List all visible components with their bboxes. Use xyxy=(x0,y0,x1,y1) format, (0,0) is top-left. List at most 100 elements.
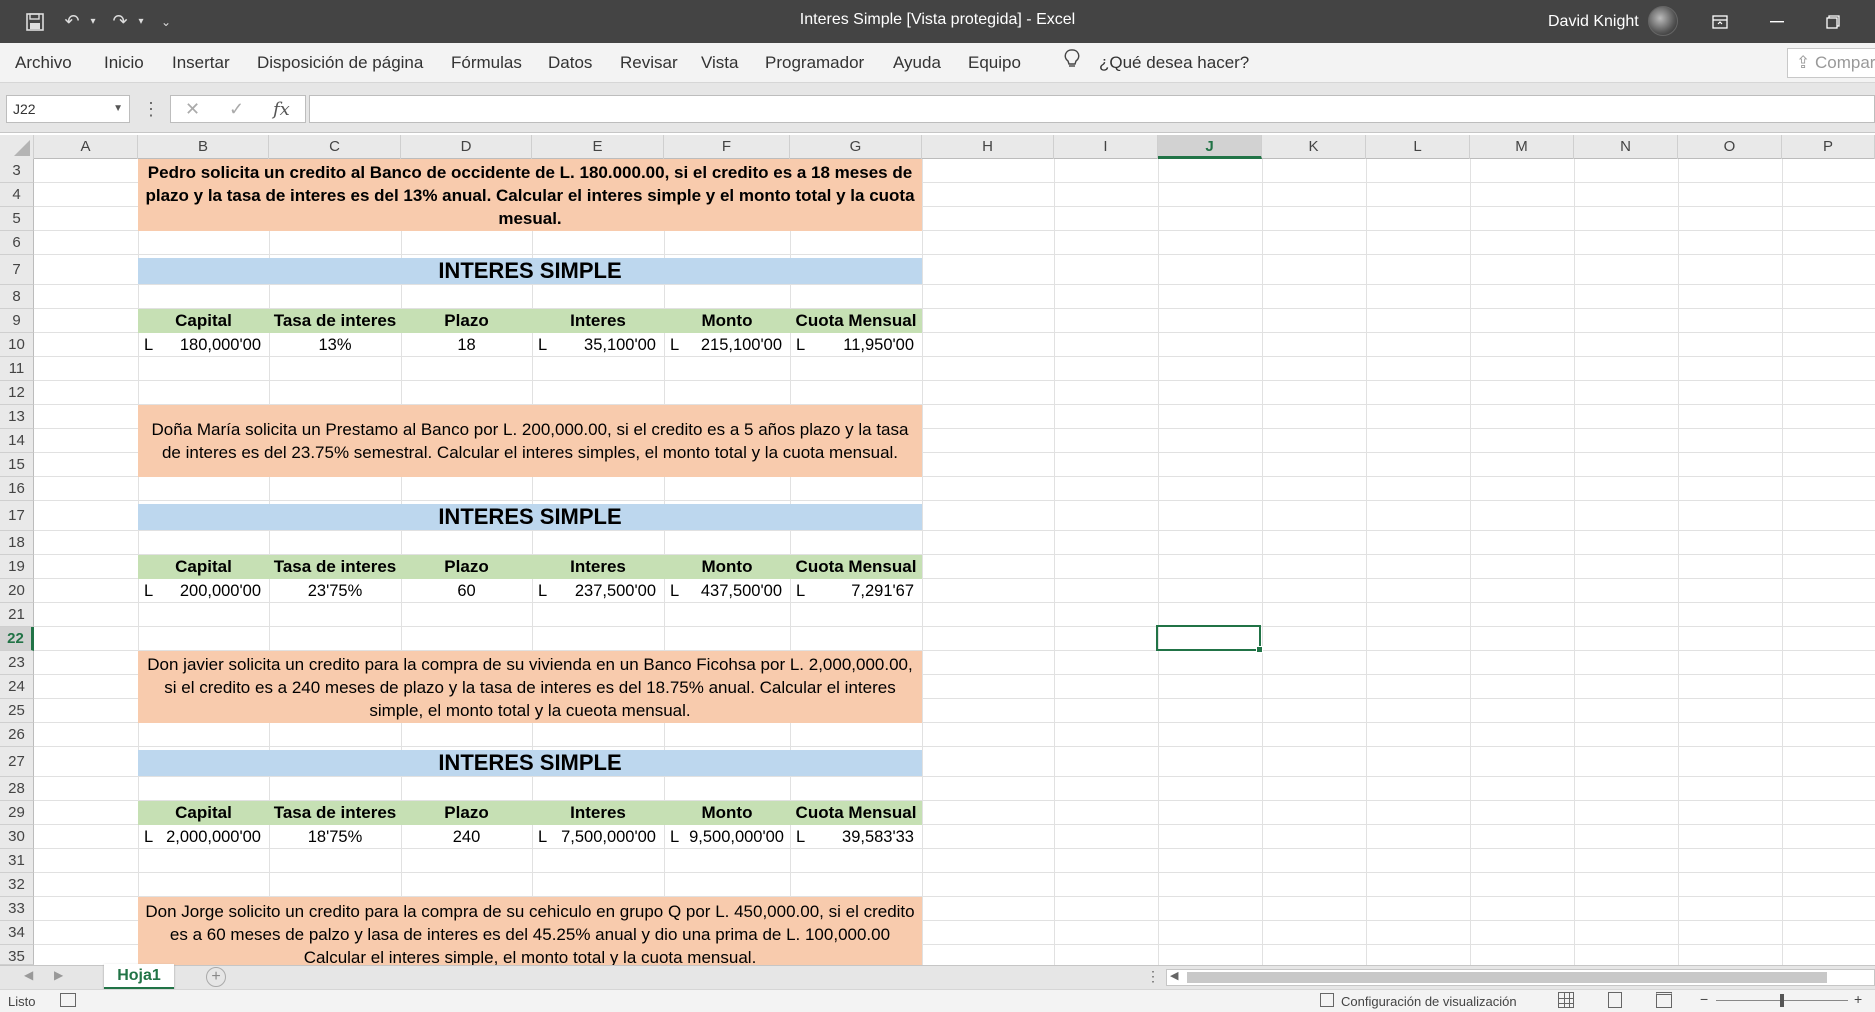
row-header-29[interactable]: 29 xyxy=(0,801,34,825)
more-options-icon[interactable]: ⋮ xyxy=(142,95,160,123)
row-header-5[interactable]: 5 xyxy=(0,207,34,231)
row-header-30[interactable]: 30 xyxy=(0,825,34,849)
cell-monto-2[interactable]: L 437,500'00 xyxy=(664,579,790,603)
row-header-15[interactable]: 15 xyxy=(0,453,34,477)
cell-monto-3[interactable]: L 9,500,000'00 xyxy=(664,825,790,849)
header-capital[interactable]: Capital xyxy=(138,801,269,825)
row-header-10[interactable]: 10 xyxy=(0,333,34,357)
tab-formulas[interactable]: Fórmulas xyxy=(451,43,522,83)
tab-vista[interactable]: Vista xyxy=(701,43,739,83)
scroll-left-icon[interactable]: ◀ xyxy=(24,968,33,982)
cell-plazo-2[interactable]: 60 xyxy=(401,579,532,603)
avatar[interactable] xyxy=(1648,6,1678,36)
active-cell-cursor[interactable] xyxy=(1156,625,1263,653)
row-header-14[interactable]: 14 xyxy=(0,429,34,453)
cell-cuota-2[interactable]: L 7,291'67 xyxy=(790,579,922,603)
tab-inicio[interactable]: Inicio xyxy=(104,43,144,83)
column-header-g[interactable]: G xyxy=(790,135,922,159)
column-header-a[interactable]: A xyxy=(34,135,138,159)
row-header-33[interactable]: 33 xyxy=(0,897,34,921)
tab-datos[interactable]: Datos xyxy=(548,43,592,83)
row-header-26[interactable]: 26 xyxy=(0,723,34,747)
column-header-e[interactable]: E xyxy=(532,135,664,159)
header-interes[interactable]: Interes xyxy=(532,801,664,825)
row-header-12[interactable]: 12 xyxy=(0,381,34,405)
enter-icon[interactable]: ✓ xyxy=(229,99,244,120)
column-header-j[interactable]: J xyxy=(1158,135,1262,159)
scrollbar-thumb[interactable] xyxy=(1187,972,1827,983)
header-tasa[interactable]: Tasa de interes xyxy=(269,309,401,333)
tab-insertar[interactable]: Insertar xyxy=(172,43,230,83)
header-monto[interactable]: Monto xyxy=(664,555,790,579)
header-cuota[interactable]: Cuota Mensual xyxy=(790,309,922,333)
page-break-preview-icon[interactable] xyxy=(1656,992,1672,1008)
ribbon-display-options-icon[interactable] xyxy=(1695,0,1745,43)
cell-capital-2[interactable]: L 200,000'00 xyxy=(138,579,269,603)
row-header-25[interactable]: 25 xyxy=(0,699,34,723)
cell-tasa-1[interactable]: 13% xyxy=(269,333,401,357)
row-header-32[interactable]: 32 xyxy=(0,873,34,897)
display-settings-icon[interactable] xyxy=(1320,993,1334,1007)
tell-me-search[interactable]: ¿Qué desea hacer? xyxy=(1099,43,1249,83)
section-title-3[interactable]: INTERES SIMPLE xyxy=(138,750,922,776)
header-tasa[interactable]: Tasa de interes xyxy=(269,555,401,579)
tab-archivo[interactable]: Archivo xyxy=(15,43,72,83)
header-tasa[interactable]: Tasa de interes xyxy=(269,801,401,825)
column-header-b[interactable]: B xyxy=(138,135,269,159)
page-layout-icon[interactable] xyxy=(1608,992,1622,1008)
formula-input[interactable] xyxy=(309,95,1875,123)
header-plazo[interactable]: Plazo xyxy=(401,801,532,825)
column-header-h[interactable]: H xyxy=(922,135,1054,159)
horizontal-scrollbar[interactable]: ◀ xyxy=(1166,969,1875,986)
row-header-11[interactable]: 11 xyxy=(0,357,34,381)
cell-capital-3[interactable]: L 2,000,000'00 xyxy=(138,825,269,849)
restore-icon[interactable] xyxy=(1808,0,1858,43)
row-header-8[interactable]: 8 xyxy=(0,285,34,309)
column-header-d[interactable]: D xyxy=(401,135,532,159)
scroll-right-icon[interactable]: ▶ xyxy=(54,968,63,982)
normal-view-icon[interactable] xyxy=(1558,992,1574,1008)
tab-disposicion[interactable]: Disposición de página xyxy=(257,43,423,83)
zoom-slider-thumb[interactable] xyxy=(1780,994,1784,1007)
cell-tasa-2[interactable]: 23'75% xyxy=(269,579,401,603)
tab-equipo[interactable]: Equipo xyxy=(968,43,1021,83)
header-plazo[interactable]: Plazo xyxy=(401,309,532,333)
header-cuota[interactable]: Cuota Mensual xyxy=(790,555,922,579)
problem-text-4[interactable]: Don Jorge solicito un credito para la co… xyxy=(138,897,922,965)
cell-cuota-3[interactable]: L 39,583'33 xyxy=(790,825,922,849)
scroll-left-arrow-icon[interactable]: ◀ xyxy=(1170,969,1178,982)
row-header-27[interactable]: 27 xyxy=(0,747,34,777)
zoom-in-icon[interactable]: + xyxy=(1854,991,1862,1007)
minimize-icon[interactable] xyxy=(1752,0,1802,43)
macro-recording-icon[interactable] xyxy=(60,993,76,1007)
column-header-o[interactable]: O xyxy=(1678,135,1782,159)
cell-plazo-3[interactable]: 240 xyxy=(401,825,532,849)
row-header-28[interactable]: 28 xyxy=(0,777,34,801)
header-interes[interactable]: Interes xyxy=(532,555,664,579)
column-header-i[interactable]: I xyxy=(1054,135,1158,159)
tab-programador[interactable]: Programador xyxy=(765,43,864,83)
row-header-19[interactable]: 19 xyxy=(0,555,34,579)
section-title-2[interactable]: INTERES SIMPLE xyxy=(138,504,922,530)
row-header-24[interactable]: 24 xyxy=(0,675,34,699)
select-all-corner[interactable] xyxy=(0,135,34,159)
row-header-16[interactable]: 16 xyxy=(0,477,34,501)
row-header-3[interactable]: 3 xyxy=(0,159,34,183)
display-settings-label[interactable]: Configuración de visualización xyxy=(1341,994,1517,1009)
header-interes[interactable]: Interes xyxy=(532,309,664,333)
more-options-icon[interactable]: ⋮ xyxy=(1146,968,1160,985)
header-monto[interactable]: Monto xyxy=(664,309,790,333)
row-header-22[interactable]: 22 xyxy=(0,627,34,651)
problem-text-3[interactable]: Don javier solicita un credito para la c… xyxy=(138,651,922,723)
column-header-k[interactable]: K xyxy=(1262,135,1366,159)
row-header-18[interactable]: 18 xyxy=(0,531,34,555)
cell-interes-2[interactable]: L 237,500'00 xyxy=(532,579,664,603)
lightbulb-icon[interactable] xyxy=(1064,43,1080,83)
problem-text-2[interactable]: Doña María solicita un Prestamo al Banco… xyxy=(138,405,922,477)
row-header-34[interactable]: 34 xyxy=(0,921,34,945)
section-title-1[interactable]: INTERES SIMPLE xyxy=(138,258,922,284)
row-header-4[interactable]: 4 xyxy=(0,183,34,207)
tab-revisar[interactable]: Revisar xyxy=(620,43,678,83)
row-header-7[interactable]: 7 xyxy=(0,255,34,285)
cancel-icon[interactable]: ✕ xyxy=(185,99,200,120)
